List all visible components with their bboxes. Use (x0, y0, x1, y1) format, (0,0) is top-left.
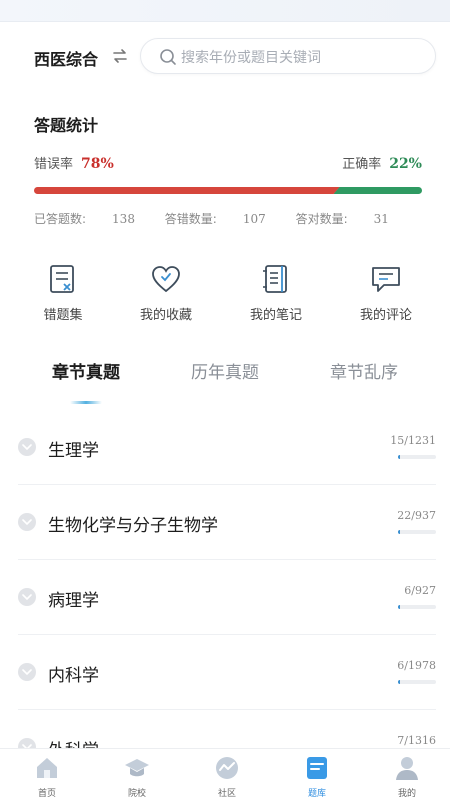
tool-shortcuts: 错题集 我的收藏 我的笔记 我的评论 (0, 262, 450, 332)
tabbar-item-home[interactable]: 首页 (12, 755, 82, 799)
tabbar-label: 院校 (127, 789, 146, 799)
list-item[interactable]: 生理学 15/1231 (18, 410, 436, 485)
tab-chapter-questions[interactable]: 章节真题 (52, 358, 120, 383)
correct-rate-bar (333, 187, 422, 194)
graduation-cap-icon (125, 759, 149, 777)
chapter-progress-fill (398, 455, 400, 459)
tab-past-years[interactable]: 历年真题 (191, 358, 259, 383)
question-tabs: 章节真题 历年真题 章节乱序 (0, 358, 450, 408)
wrong-set-icon (50, 265, 74, 293)
stats-title: 答题统计 (34, 116, 99, 135)
chapter-progress-fill (398, 605, 400, 609)
chapter-progress-text: 22/937 (397, 509, 436, 522)
answered-count: 已答题数: 138 (34, 212, 135, 226)
tabbar-item-profile[interactable]: 我的 (372, 755, 442, 799)
subject-row: 西医综合 搜索年份或题目关键词 (0, 38, 450, 76)
switch-arrows-icon[interactable] (112, 48, 128, 64)
correct-rate-label: 正确率 (342, 157, 382, 172)
chapter-progress-bar (398, 530, 436, 534)
heart-icon (152, 266, 180, 293)
search-icon (160, 49, 176, 65)
chapter-progress-text: 15/1231 (390, 434, 436, 447)
tool-label: 错题集 (43, 308, 83, 323)
right-count: 答对数量: 31 (296, 212, 389, 226)
community-icon (216, 757, 238, 779)
chevron-down-icon[interactable] (18, 438, 36, 456)
chevron-down-icon[interactable] (18, 588, 36, 606)
tool-label: 我的评论 (359, 308, 412, 323)
subject-selector[interactable]: 西医综合 (34, 46, 98, 70)
status-strip (0, 0, 450, 22)
tabbar-label: 社区 (217, 789, 236, 799)
rate-row: 错误率 78% 正确率 22% (34, 153, 422, 175)
profile-icon (396, 757, 418, 780)
notebook-icon (263, 265, 287, 293)
accuracy-bar (34, 187, 422, 194)
chapter-progress-text: 6/927 (404, 584, 436, 597)
tabbar-item-schools[interactable]: 院校 (102, 755, 172, 799)
search-input[interactable]: 搜索年份或题目关键词 (140, 38, 436, 74)
chevron-down-icon[interactable] (18, 663, 36, 681)
chapter-progress-bar (398, 680, 436, 684)
tabbar-item-community[interactable]: 社区 (192, 755, 262, 799)
right-count-value: 31 (373, 212, 389, 226)
chapter-progress-fill (398, 680, 400, 684)
search-placeholder: 搜索年份或题目关键词 (181, 50, 321, 66)
chevron-down-icon[interactable] (18, 513, 36, 531)
tool-wrong-set[interactable]: 错题集 (18, 262, 108, 323)
chapter-progress-text: 7/1316 (397, 734, 436, 747)
correct-rate-value: 22% (389, 156, 422, 172)
tool-notes[interactable]: 我的笔记 (231, 262, 321, 323)
wrong-count-label: 答错数量: (164, 212, 217, 226)
chapter-progress-bar (398, 455, 436, 459)
question-bank-icon (307, 757, 327, 779)
wrong-rate-label: 错误率 (34, 157, 74, 172)
chapter-progress-fill (398, 530, 400, 534)
chapter-name: 生物化学与分子生物学 (48, 516, 218, 536)
wrong-rate: 错误率 78% (34, 153, 114, 172)
answered-count-value: 138 (112, 212, 135, 226)
answer-counts: 已答题数: 138 答错数量: 107 答对数量: 31 (34, 210, 434, 227)
tool-favorites[interactable]: 我的收藏 (121, 262, 211, 323)
list-item[interactable]: 内科学 6/1978 (18, 635, 436, 710)
chapter-list: 生理学 15/1231 生物化学与分子生物学 22/937 病理学 6/927 … (0, 410, 450, 785)
chapter-name: 生理学 (48, 441, 99, 461)
tabbar-label: 我的 (397, 789, 416, 799)
tool-comments[interactable]: 我的评论 (341, 262, 431, 323)
bottom-tab-bar: 首页 院校 社区 题库 我的 (0, 748, 450, 800)
tool-label: 我的笔记 (249, 308, 302, 323)
chapter-name: 内科学 (48, 666, 99, 686)
chapter-name: 病理学 (48, 591, 99, 611)
tabbar-item-question-bank[interactable]: 题库 (282, 755, 352, 799)
wrong-rate-bar (34, 187, 340, 194)
tab-chapter-shuffle[interactable]: 章节乱序 (330, 358, 398, 383)
correct-rate: 正确率 22% (342, 153, 422, 172)
tool-label: 我的收藏 (139, 308, 192, 323)
chapter-progress-bar (398, 605, 436, 609)
wrong-count: 答错数量: 107 (165, 212, 266, 226)
comment-icon (372, 267, 400, 292)
chapter-progress-text: 6/1978 (397, 659, 436, 672)
tab-active-indicator (70, 401, 102, 404)
answered-count-label: 已答题数: (34, 212, 87, 226)
tabbar-label: 首页 (37, 789, 56, 799)
home-icon (37, 758, 57, 778)
tabbar-label: 题库 (307, 789, 326, 799)
right-count-label: 答对数量: (295, 212, 348, 226)
wrong-rate-value: 78% (81, 156, 114, 172)
list-item[interactable]: 生物化学与分子生物学 22/937 (18, 485, 436, 560)
wrong-count-value: 107 (242, 212, 266, 226)
list-item[interactable]: 病理学 6/927 (18, 560, 436, 635)
